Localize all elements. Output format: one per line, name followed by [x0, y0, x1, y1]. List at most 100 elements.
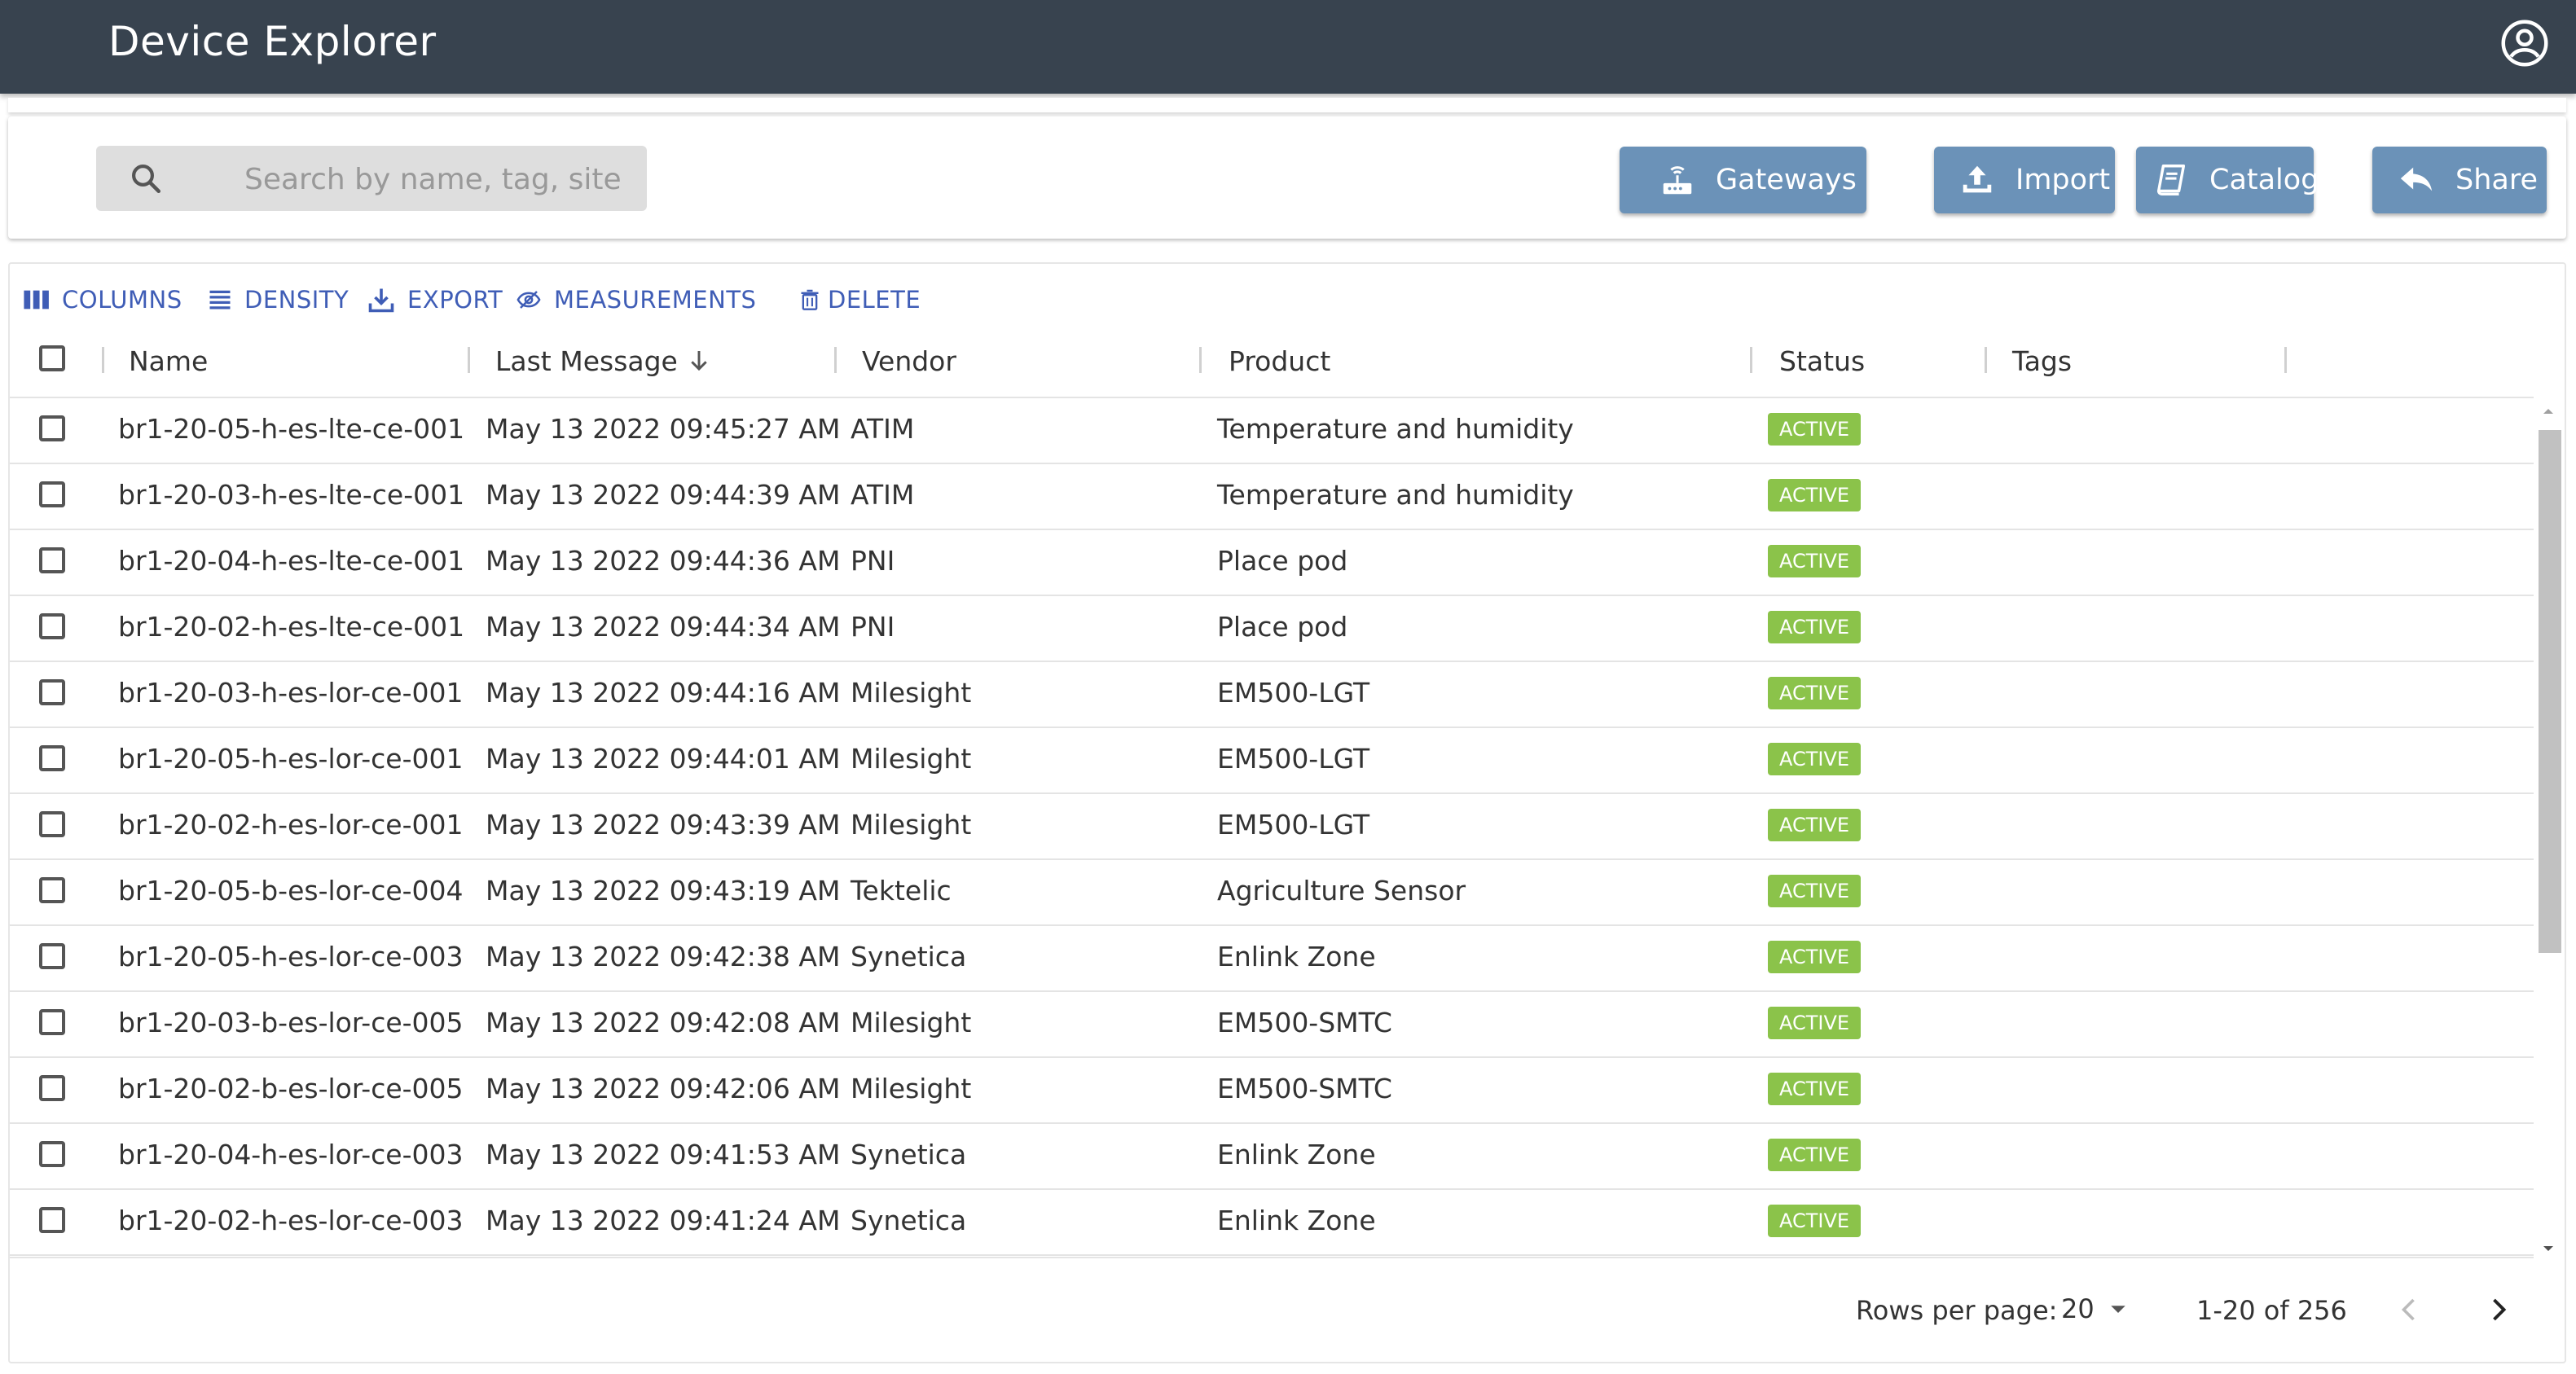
cell-product: Place pod — [1217, 609, 1347, 645]
status-badge: ACTIVE — [1768, 1139, 1861, 1171]
scroll-up-icon[interactable] — [2540, 406, 2556, 417]
cell-last-message: May 13 2022 09:44:36 AM — [486, 543, 840, 579]
export-button[interactable]: EXPORT — [367, 281, 503, 318]
pagination-range: 1-20 of 256 — [2196, 1295, 2347, 1326]
row-checkbox[interactable] — [39, 1207, 65, 1233]
measurements-button[interactable]: MEASUREMENTS — [515, 281, 756, 318]
cell-product: Temperature and humidity — [1217, 477, 1574, 513]
cell-name: br1-20-04-h-es-lor-ce-003 — [118, 1137, 464, 1173]
chevron-down-icon — [2106, 1301, 2130, 1317]
row-checkbox[interactable] — [39, 547, 65, 573]
density-label: DENSITY — [244, 286, 349, 314]
status-badge: ACTIVE — [1768, 479, 1861, 511]
column-header-status[interactable]: Status — [1779, 340, 1865, 381]
account-circle-icon[interactable] — [2500, 19, 2549, 68]
cell-name: br1-20-02-h-es-lor-ce-001 — [118, 807, 464, 843]
row-checkbox[interactable] — [39, 415, 65, 441]
row-checkbox[interactable] — [39, 1075, 65, 1101]
trash-icon — [798, 287, 821, 313]
cell-product: Enlink Zone — [1217, 939, 1376, 975]
row-checkbox[interactable] — [39, 877, 65, 903]
column-header-vendor[interactable]: Vendor — [862, 340, 956, 381]
cell-vendor: Milesight — [851, 807, 971, 843]
measurements-label: MEASUREMENTS — [554, 286, 756, 314]
row-checkbox[interactable] — [39, 679, 65, 705]
scroll-down-icon[interactable] — [2540, 1243, 2556, 1254]
columns-button[interactable]: COLUMNS — [23, 281, 182, 318]
row-checkbox[interactable] — [39, 811, 65, 837]
download-icon — [367, 285, 396, 314]
router-icon — [1659, 161, 1696, 199]
status-badge: ACTIVE — [1768, 941, 1861, 973]
column-separator[interactable] — [1199, 347, 1202, 373]
rows-per-page-select[interactable]: 20 — [2061, 1288, 2130, 1329]
cell-last-message: May 13 2022 09:45:27 AM — [486, 411, 840, 447]
rows-per-page-label: Rows per page: — [1856, 1295, 2057, 1326]
next-page-icon[interactable] — [2483, 1295, 2512, 1324]
column-separator[interactable] — [1750, 347, 1752, 373]
row-checkbox[interactable] — [39, 613, 65, 639]
previous-page-icon[interactable] — [2395, 1295, 2424, 1324]
cell-product: EM500-SMTC — [1217, 1005, 1392, 1041]
catalog-button[interactable]: Catalog — [2136, 147, 2314, 213]
cell-product: EM500-LGT — [1217, 741, 1369, 777]
status-badge: ACTIVE — [1768, 1073, 1861, 1105]
row-checkbox[interactable] — [39, 745, 65, 771]
cell-name: br1-20-02-h-es-lor-ce-003 — [118, 1203, 464, 1239]
cell-last-message: May 13 2022 09:44:16 AM — [486, 675, 840, 711]
column-header-tags[interactable]: Tags — [2012, 340, 2072, 381]
row-checkbox[interactable] — [39, 1141, 65, 1167]
row-checkbox[interactable] — [39, 1009, 65, 1035]
column-separator[interactable] — [1985, 347, 1987, 373]
status-badge: ACTIVE — [1768, 743, 1861, 775]
search-box[interactable] — [96, 146, 647, 211]
cell-last-message: May 13 2022 09:44:01 AM — [486, 741, 840, 777]
column-header-product[interactable]: Product — [1229, 340, 1330, 381]
select-all-checkbox[interactable] — [39, 345, 65, 371]
cell-vendor: ATIM — [851, 411, 914, 447]
sort-descending-icon[interactable] — [686, 346, 712, 375]
status-badge: ACTIVE — [1768, 413, 1861, 446]
cell-vendor: Synetica — [851, 939, 966, 975]
column-separator[interactable] — [468, 347, 470, 373]
cell-product: EM500-LGT — [1217, 675, 1369, 711]
cell-vendor: Tektelic — [851, 873, 952, 909]
search-input[interactable] — [243, 157, 629, 201]
row-checkbox[interactable] — [39, 481, 65, 507]
cell-last-message: May 13 2022 09:43:19 AM — [486, 873, 840, 909]
column-separator[interactable] — [834, 347, 837, 373]
cell-product: Agriculture Sensor — [1217, 873, 1466, 909]
row-checkbox[interactable] — [39, 943, 65, 969]
cell-vendor: Milesight — [851, 675, 971, 711]
gateways-button[interactable]: Gateways — [1620, 147, 1866, 213]
status-badge: ACTIVE — [1768, 611, 1861, 643]
cell-name: br1-20-02-b-es-lor-ce-005 — [118, 1071, 464, 1107]
status-badge: ACTIVE — [1768, 545, 1861, 577]
column-separator[interactable] — [102, 347, 104, 373]
app-bar: Device Explorer — [0, 0, 2576, 94]
delete-label: DELETE — [828, 286, 921, 314]
cell-last-message: May 13 2022 09:41:53 AM — [486, 1137, 840, 1173]
cell-product: Enlink Zone — [1217, 1203, 1376, 1239]
import-button[interactable]: Import — [1934, 147, 2115, 213]
share-button-label: Share — [2455, 164, 2538, 196]
footer-divider — [10, 1257, 2534, 1258]
cell-vendor: Milesight — [851, 1071, 971, 1107]
cell-vendor: Synetica — [851, 1203, 966, 1239]
column-separator[interactable] — [2284, 347, 2287, 373]
delete-button[interactable]: DELETE — [798, 281, 921, 318]
rows-per-page-value: 20 — [2061, 1293, 2095, 1324]
density-button[interactable]: DENSITY — [207, 281, 349, 318]
cell-product: EM500-LGT — [1217, 807, 1369, 843]
scrollbar-thumb[interactable] — [2539, 430, 2561, 953]
catalog-button-label: Catalog — [2209, 164, 2319, 196]
cell-last-message: May 13 2022 09:42:38 AM — [486, 939, 840, 975]
column-header-last-message[interactable]: Last Message — [495, 340, 712, 381]
share-button[interactable]: Share — [2372, 147, 2547, 213]
cell-vendor: Milesight — [851, 1005, 971, 1041]
column-header-name[interactable]: Name — [129, 340, 208, 381]
cell-product: Enlink Zone — [1217, 1137, 1376, 1173]
import-button-label: Import — [2016, 164, 2110, 196]
cell-name: br1-20-03-h-es-lte-ce-001 — [118, 477, 464, 513]
cell-product: Temperature and humidity — [1217, 411, 1574, 447]
